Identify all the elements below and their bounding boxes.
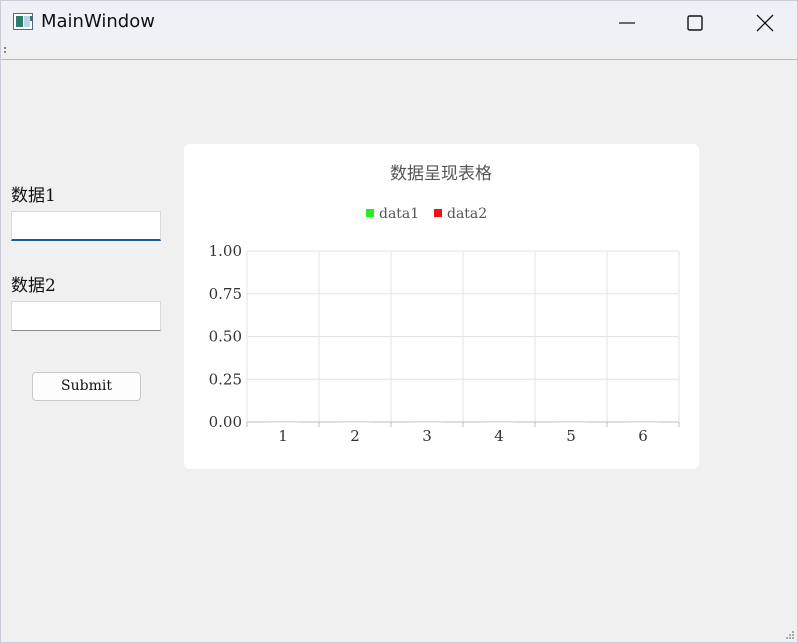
maximize-icon — [687, 15, 703, 31]
x-tick-label: 3 — [422, 427, 432, 445]
bar-data1-3[interactable] — [409, 422, 427, 423]
bar-data1-4[interactable] — [481, 422, 499, 423]
close-button[interactable] — [730, 1, 797, 45]
bar-data1-6[interactable] — [625, 422, 643, 423]
maximize-button[interactable] — [660, 1, 730, 45]
bar-data1-5[interactable] — [553, 422, 571, 423]
field1-label: 数据1 — [11, 186, 56, 206]
x-tick-label: 6 — [638, 427, 648, 445]
minimize-button[interactable] — [592, 1, 662, 45]
bar-data2-6[interactable] — [643, 422, 661, 423]
x-tick-label: 4 — [494, 427, 504, 445]
legend-label-data1[interactable]: data1 — [379, 206, 419, 222]
resize-grip-icon[interactable] — [785, 630, 795, 640]
minimize-icon — [619, 22, 635, 24]
y-tick-label: 1.00 — [209, 242, 242, 260]
y-tick-label: 0.75 — [209, 285, 242, 303]
bar-data2-3[interactable] — [427, 422, 445, 423]
legend-swatch-data2[interactable] — [434, 209, 442, 217]
bar-data2-1[interactable] — [283, 422, 301, 423]
bar-chart: 数据呈现表格 data1 data2 0.00 0.25 0.50 0.75 1.00 1 2… — [209, 164, 680, 445]
chart-axes: 0.00 0.25 0.50 0.75 1.00 1 2 3 4 5 6 — [209, 242, 680, 445]
legend-label-data2[interactable]: data2 — [447, 206, 487, 222]
bar-data1-1[interactable] — [265, 422, 283, 423]
toolbar-area — [1, 45, 797, 60]
bar-data2-2[interactable] — [355, 422, 373, 423]
chart-title: 数据呈现表格 — [390, 164, 492, 184]
submit-button[interactable]: Submit — [32, 372, 141, 401]
chart-legend[interactable]: data1 data2 — [366, 206, 487, 222]
title-bar: MainWindow — [1, 1, 797, 45]
legend-swatch-data1[interactable] — [366, 209, 374, 217]
field2-label: 数据2 — [11, 276, 56, 296]
close-icon — [756, 14, 774, 32]
bar-data2-5[interactable] — [571, 422, 589, 423]
app-icon — [13, 13, 33, 30]
bar-data2-4[interactable] — [499, 422, 517, 423]
field1-input[interactable] — [11, 211, 161, 241]
y-tick-label: 0.50 — [209, 328, 242, 346]
field2-input[interactable] — [11, 301, 161, 331]
toolbar-grip-icon[interactable] — [4, 47, 6, 55]
main-window: MainWindow 数据1 数据2 Submit 数据呈现表格 data1 da — [0, 0, 798, 643]
y-tick-label: 0.00 — [209, 413, 242, 431]
bar-data1-2[interactable] — [337, 422, 355, 423]
chart-panel: 数据呈现表格 data1 data2 0.00 0.25 0.50 0.75 1.00 1 2… — [184, 144, 699, 469]
chart-grid — [246, 250, 680, 423]
x-tick-label: 2 — [350, 427, 360, 445]
x-tick-label: 1 — [278, 427, 288, 445]
window-title: MainWindow — [41, 11, 155, 32]
x-tick-label: 5 — [566, 427, 576, 445]
y-tick-label: 0.25 — [209, 370, 242, 388]
